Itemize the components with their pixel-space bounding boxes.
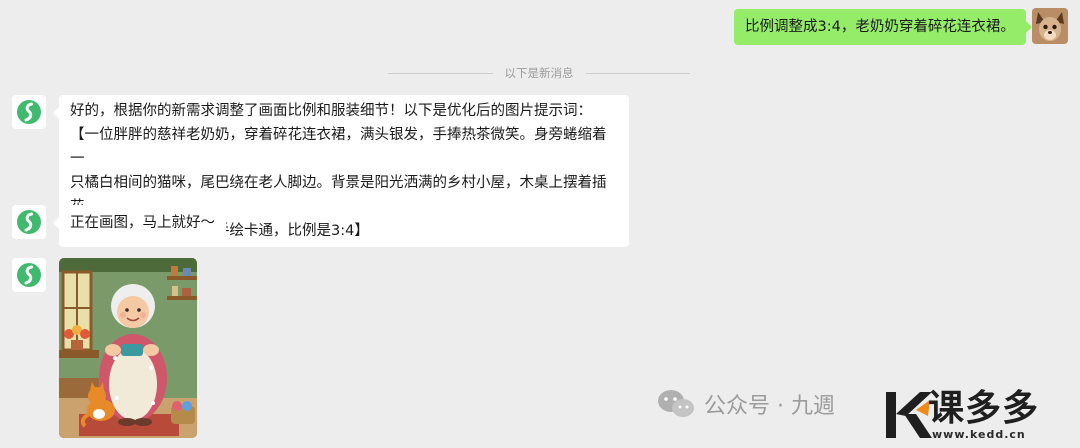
official-account-watermark: 公众号 · 九週 [656, 384, 835, 424]
bot-avatar[interactable] [12, 95, 46, 129]
divider-line-right [585, 72, 690, 74]
bot-logo-icon [17, 263, 41, 287]
divider-line-left [388, 72, 493, 74]
dog-avatar-icon [1032, 8, 1068, 44]
bot-reply-line: 好的，根据你的新需求调整了画面比例和服装细节！以下是优化后的图片提示词： [70, 103, 592, 119]
generated-image[interactable] [59, 258, 197, 438]
wechat-icon [658, 390, 694, 417]
user-avatar[interactable] [1032, 8, 1068, 44]
bot-reply-line: 【一位胖胖的慈祥老奶奶，穿着碎花连衣裙，满头银发，手捧热茶微笑。身旁蜷缩着一 [70, 127, 607, 167]
bot-status-bubble[interactable]: 正在画图，马上就好～ [53, 205, 226, 241]
new-messages-divider: 以下是新消息 [388, 64, 690, 82]
bot-avatar[interactable] [12, 258, 46, 292]
user-message-bubble[interactable]: 比例调整成3:4，老奶奶穿着碎花连衣裙。 [734, 9, 1032, 45]
brand-name: 课多多 [928, 388, 1040, 429]
bot-status-text: 正在画图，马上就好～ [70, 215, 215, 231]
bot-avatar[interactable] [12, 205, 46, 239]
divider-label: 以下是新消息 [504, 66, 574, 80]
user-message-text: 比例调整成3:4，老奶奶穿着碎花连衣裙。 [745, 19, 1015, 35]
brand-url: www.kedd.cn [932, 428, 1026, 441]
watermark-text: 公众号 · 九週 [704, 394, 835, 419]
bot-logo-icon [17, 100, 41, 124]
grandma-cat-illustration [59, 258, 197, 438]
bot-logo-icon [17, 210, 41, 234]
